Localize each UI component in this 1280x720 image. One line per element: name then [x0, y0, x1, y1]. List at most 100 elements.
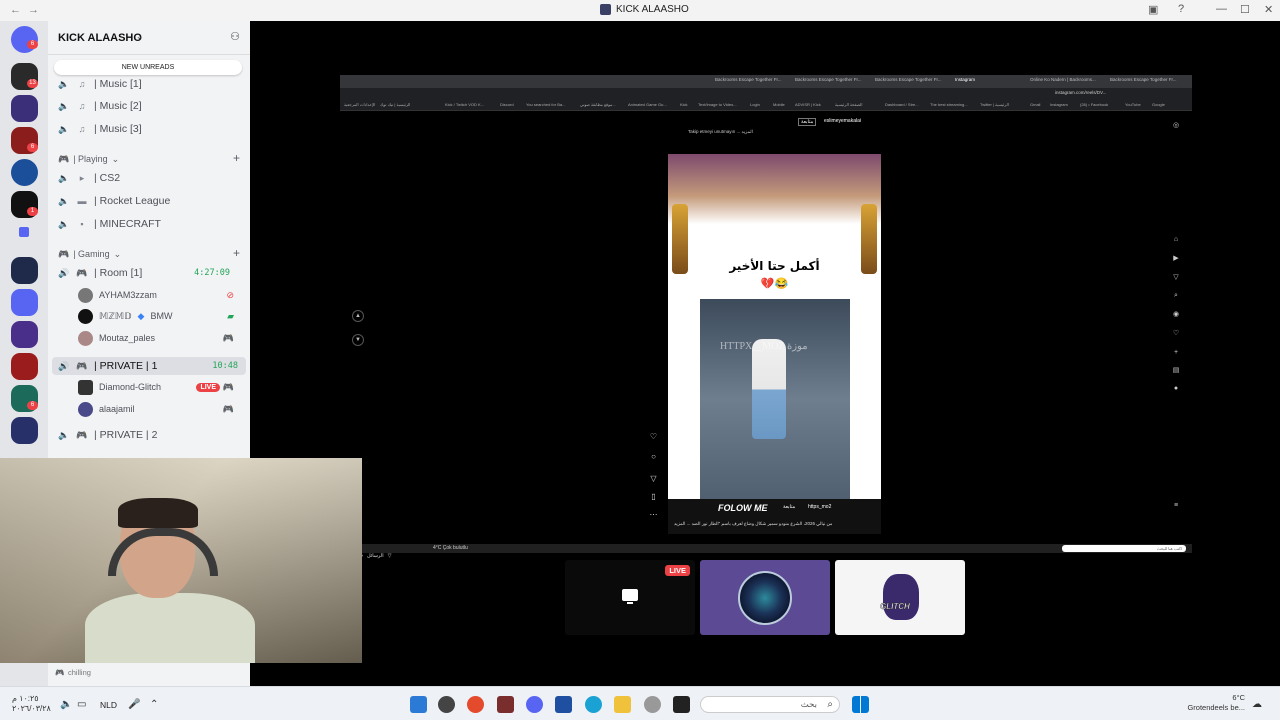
bookmark[interactable]: Text/Image to Video... — [698, 102, 737, 107]
voice-user[interactable]: 𝕄ℤ𝕄𝔻 ◆ BMW ▰ — [78, 308, 242, 324]
like-icon[interactable]: ♡ — [649, 432, 658, 441]
bookmark[interactable]: You searched for Ba... — [526, 102, 565, 107]
help-icon[interactable]: ? — [1178, 3, 1184, 15]
server-icon[interactable] — [11, 321, 38, 348]
notifications-icon[interactable]: ♡ — [1172, 330, 1180, 338]
webcam-feed[interactable] — [0, 458, 362, 663]
reel-video[interactable]: أكمل حتا الأخير 💔😂 HTTPX__MOZ موزة FOLOW… — [668, 154, 881, 534]
bookmark[interactable]: موقع مطابقة صوتي... — [580, 102, 616, 107]
app-icon[interactable] — [438, 696, 455, 713]
next-reel-button[interactable]: ▼ — [352, 334, 364, 346]
back-icon[interactable]: ← — [10, 4, 21, 16]
server-icon[interactable] — [11, 257, 38, 284]
server-icon[interactable] — [11, 417, 38, 444]
bookmark[interactable]: Kick / Twitch VOD K... — [445, 102, 484, 107]
screen-share[interactable]: Backrooms Escape Together Fr... Backroom… — [340, 75, 1192, 559]
start-icon[interactable] — [852, 696, 869, 713]
voice-channel-minecraft[interactable]: 🔈 ▪ | MINECRAFT — [58, 216, 242, 232]
reel-username[interactable]: eslimeyemakalai — [824, 118, 861, 124]
menu-icon[interactable]: ≡ — [1172, 502, 1180, 510]
reel-author[interactable]: https_mo2 — [808, 504, 831, 510]
browser-tab[interactable]: Backrooms Escape Together Fr... — [795, 77, 870, 86]
settings-icon[interactable] — [644, 696, 661, 713]
minimize-button[interactable]: — — [1216, 3, 1227, 15]
bookmark[interactable]: Gmail — [1030, 102, 1040, 107]
language-indicator[interactable]: NLD — [100, 700, 117, 710]
voice-channel-music-3[interactable]: 🔈 ♫ | Music [3] — [58, 121, 242, 137]
participant-tile-avatar[interactable]: GLITCH — [835, 560, 965, 635]
taskbar-search-input[interactable]: بحث ⌕ — [700, 696, 840, 713]
bookmark[interactable]: Animated Game Gu... — [628, 102, 667, 107]
profile-icon[interactable]: ● — [1172, 385, 1180, 393]
server-header[interactable]: KICK ALAASHO ⌄ ⚇ — [48, 21, 250, 55]
bookmark[interactable]: Twitter | الرئيسية — [980, 102, 1009, 107]
bookmark[interactable]: Discord — [500, 102, 514, 107]
browser-tab[interactable]: Backrooms Escape Together Fr... — [1110, 77, 1178, 86]
browser-address-bar[interactable]: instagram.com/reels/DV... — [340, 88, 1192, 100]
participant-tile-stream[interactable]: LIVE — [565, 560, 695, 635]
voice-user[interactable]: AYHAM3zzam ⊘ — [78, 287, 242, 303]
browser-tab[interactable]: Backrooms Escape Together Fr... — [715, 77, 790, 86]
bookmark[interactable]: YouTube — [1125, 102, 1141, 107]
close-button[interactable]: ✕ — [1264, 3, 1273, 16]
explore-icon[interactable]: ◉ — [1172, 311, 1180, 319]
add-member-icon[interactable]: ⚇ — [230, 30, 240, 43]
bookmark[interactable]: Instagram — [1050, 102, 1068, 107]
bookmark[interactable]: Kick — [680, 102, 688, 107]
bookmark[interactable]: Login — [750, 102, 760, 107]
bookmark[interactable]: الرئيسية | تيك توك — [380, 102, 410, 107]
voice-channel-music-1[interactable]: 🔈 ♫ | Music [1] — [58, 76, 242, 92]
previous-reel-button[interactable]: ▲ — [352, 310, 364, 322]
microphone-icon[interactable]: 🎤 — [128, 699, 140, 710]
voice-user[interactable]: Diamond-Glitch LIVE 🎮 — [78, 379, 242, 395]
maximize-button[interactable]: ☐ — [1240, 3, 1250, 16]
browser-tab-active[interactable]: Instagram — [955, 77, 1015, 86]
instagram-icon[interactable]: ◎ — [1172, 122, 1180, 130]
follow-button[interactable]: متابعة — [783, 504, 795, 510]
messages-button[interactable]: ● الرسائل ▽ — [360, 553, 391, 559]
remote-search-input[interactable]: اكتب هنا للبحث — [1062, 545, 1186, 552]
volume-icon[interactable]: 🔈 — [60, 699, 72, 710]
forward-icon[interactable]: → — [28, 4, 39, 16]
voice-channel-private-1[interactable]: 🔊 🎮 | PRIVATE | 1 10:48 — [52, 357, 246, 375]
bookmark[interactable]: الإعدادات المرجعية — [344, 102, 375, 107]
home-icon[interactable]: ⌂ — [1172, 236, 1180, 244]
dashboard-icon[interactable]: ▤ — [1172, 367, 1180, 375]
search-icon[interactable]: ⌕ — [1172, 292, 1180, 300]
category-gaming[interactable]: 🎮 | Gaming ⌄ + — [58, 246, 240, 260]
reels-icon[interactable]: ▶ — [1172, 255, 1180, 263]
clock[interactable]: ١٠:٢٥ م ٢٠٢٦/٠٣/٢٨ — [12, 694, 51, 714]
follow-button[interactable]: متابعة — [798, 118, 817, 126]
voice-channel-rocket-league[interactable]: 🔈 ▬ | Rocket League — [58, 193, 242, 209]
bookmark[interactable]: (28) • Facebook — [1080, 102, 1108, 107]
bookmark[interactable]: ADVISR | Kick — [795, 102, 821, 107]
server-icon[interactable] — [11, 289, 38, 316]
bookmark[interactable]: Mobile — [773, 102, 785, 107]
add-channel-icon[interactable]: + — [233, 246, 240, 260]
category-playing[interactable]: 🎮 | Playing ⌄ + — [58, 151, 240, 165]
discord-icon[interactable] — [526, 696, 543, 713]
create-icon[interactable]: + — [1172, 349, 1180, 357]
chrome-icon[interactable] — [467, 696, 484, 713]
voice-channel-cs2[interactable]: 🔈 ▸ | CS2 — [58, 170, 242, 186]
inbox-icon[interactable]: ▣ — [1148, 3, 1158, 16]
address-url[interactable]: instagram.com/reels/DV... — [1055, 90, 1106, 95]
voice-user[interactable]: Moutaz_pales 🎮 — [78, 330, 242, 346]
bookmark[interactable]: الصفحة الرئيسية — [835, 102, 862, 107]
voice-channel-private-2[interactable]: 🔈 🎮 | PRIVATE | 2 — [58, 427, 242, 443]
app-icon[interactable] — [410, 696, 427, 713]
app-icon[interactable] — [555, 696, 572, 713]
browser-tab[interactable]: Online Ko Nadern | Backrooms... — [1030, 77, 1105, 86]
browser-tab[interactable]: Backrooms Escape Together Fr... — [875, 77, 950, 86]
voice-user[interactable]: alaajamil 🎮 — [78, 401, 242, 417]
file-explorer-icon[interactable] — [614, 696, 631, 713]
add-channel-icon[interactable]: + — [233, 151, 240, 165]
new-unreads-banner[interactable]: NEW UNREADS — [54, 60, 242, 75]
save-icon[interactable]: ▯ — [649, 492, 658, 501]
server-icon[interactable] — [11, 353, 38, 380]
participant-tile-avatar[interactable] — [700, 560, 830, 635]
bookmark[interactable]: Dashboard / Stre... — [885, 102, 919, 107]
bookmark[interactable]: Google — [1152, 102, 1165, 107]
bookmark[interactable]: The best streaming... — [930, 102, 968, 107]
custom-status[interactable]: chilling — [68, 668, 91, 677]
